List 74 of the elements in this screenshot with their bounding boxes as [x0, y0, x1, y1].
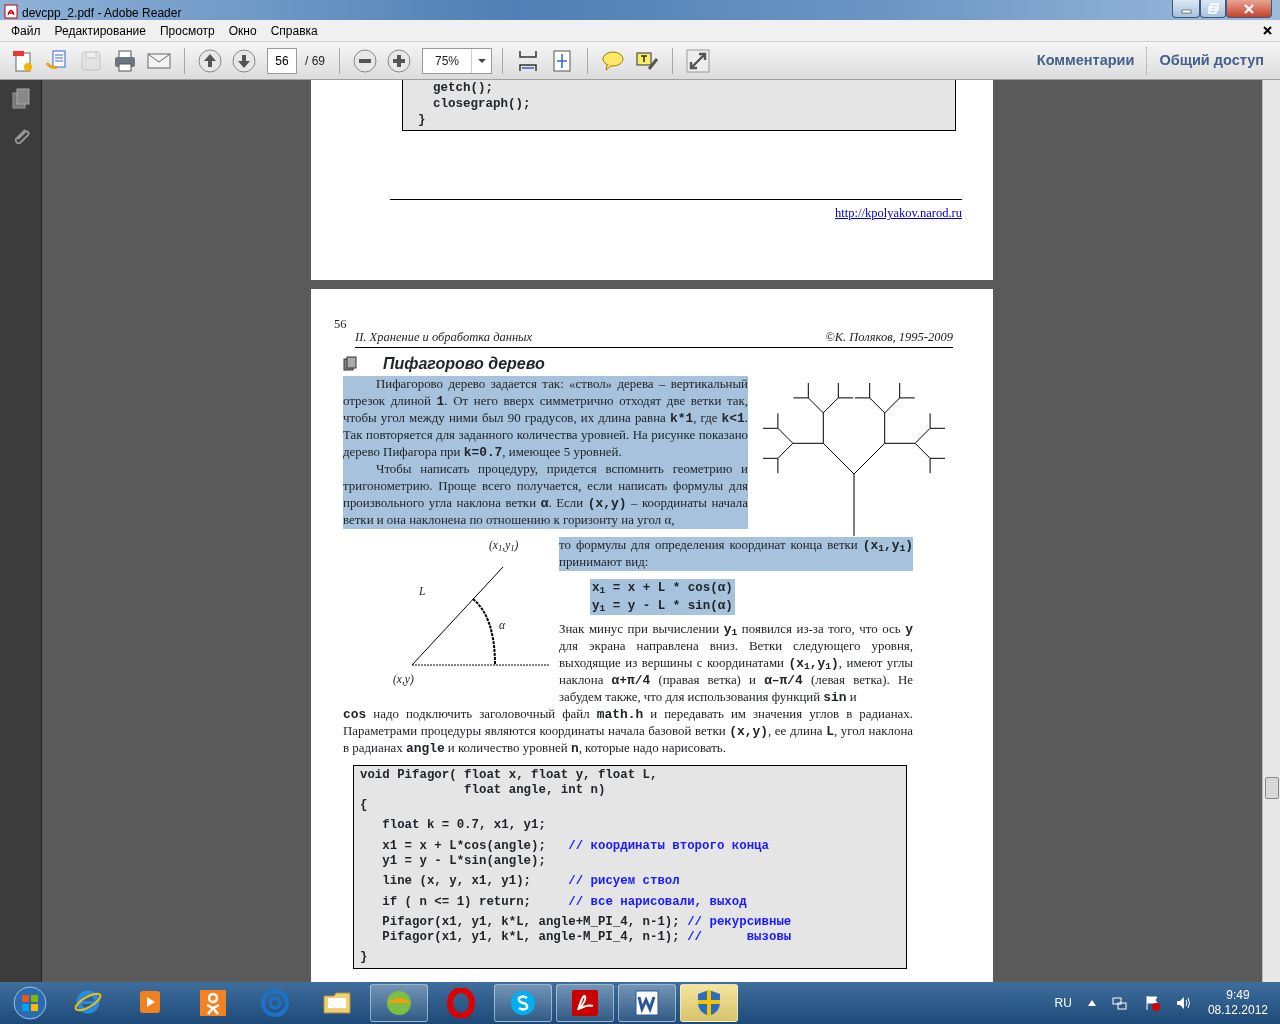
code-line: y1 = y - L*sin(angle);: [381, 854, 547, 870]
menu-item[interactable]: Редактирование: [47, 21, 153, 40]
toolbar-link[interactable]: Общий доступ: [1147, 49, 1276, 72]
clock-time[interactable]: 9:49: [1226, 988, 1250, 1003]
taskbar-app[interactable]: [494, 984, 552, 1022]
code-line: x1 = x + L*cos(angle); // координаты второго конца: [381, 838, 770, 854]
paragraph: то формулы для определения координат конца ветки (x$_{1}$,y$_{1}$) принимают вид:: [559, 536, 913, 571]
restore-icon: [1207, 3, 1219, 14]
web-link[interactable]: http://kpolyakov.narod.ru: [835, 206, 962, 220]
code-line: {: [360, 798, 369, 814]
code-line: float k = 0.7, x1, y1;: [381, 818, 547, 834]
point-label: (x$_{1}$,y$_{1}$): [489, 537, 519, 554]
person-icon: [198, 988, 228, 1018]
menu-item[interactable]: Файл: [4, 21, 48, 40]
page-number: 56: [334, 316, 348, 333]
paragraph: Пифагорово дерево задается так: «ствол» дерева – вертикальный отрезок длиной 1. От него вверх симметрично отходят две ветки так, чтобы угол между ними был 90 градусов, их длина равна k*1, где k<1. Так повторяется для заданного количества уровней. На рисунке показано дерево Пифагора при k=0.7, имеющее 5 уровней.: [343, 375, 748, 461]
code-line: float angle, int n): [463, 782, 607, 799]
caret-icon: [477, 58, 486, 63]
running-header: II. Хранение и обработка данных: [355, 328, 533, 346]
speaker-icon[interactable]: [1175, 995, 1192, 1011]
close-icon: [1243, 2, 1255, 15]
pages-icon[interactable]: [10, 88, 31, 110]
code-line: }: [417, 112, 427, 128]
taskbar-app[interactable]: [556, 984, 614, 1022]
ring-icon: [260, 988, 290, 1018]
window-title: devcpp_2.pdf - Adobe Reader: [22, 5, 182, 22]
paragraph: cos надо подключить заголовочный файл math.h и передавать им значения углов в радианах. Параметрами процедуры являются координаты начала базовой ветки (x,y), ее длина L, угол наклона в радианах angle и количество уровней n, которые надо нарисовать.: [343, 705, 913, 757]
page-number-field[interactable]: 56: [267, 47, 297, 74]
code-line: getch();: [432, 80, 494, 96]
length-label: L: [419, 583, 426, 599]
up-caret-icon[interactable]: [1087, 1000, 1096, 1006]
menu-item[interactable]: Справка: [263, 21, 325, 40]
section-heading: Пифагорово дерево: [383, 353, 545, 374]
close-button[interactable]: [1226, 0, 1272, 18]
angle-label: α: [499, 617, 506, 633]
maximize-button[interactable]: [1200, 0, 1226, 18]
minus-icon[interactable]: [353, 48, 377, 73]
taskbar-app[interactable]: [618, 984, 676, 1022]
code-line: }: [360, 950, 369, 966]
formula: x$_{1}$ = x + L * cos(α): [590, 578, 735, 597]
network-icon[interactable]: [1111, 995, 1128, 1011]
minimize-button[interactable]: [1172, 0, 1200, 18]
document-icon: [632, 988, 662, 1018]
ball-icon: [384, 988, 414, 1018]
page-count: / 69: [304, 52, 326, 70]
clock-date[interactable]: 08.12.2012: [1207, 1003, 1268, 1018]
taskbar-app[interactable]: [680, 984, 738, 1022]
toolbar-link[interactable]: Комментарии: [1024, 49, 1147, 72]
ring-icon: [446, 988, 476, 1018]
expand-arrows-icon[interactable]: [686, 48, 710, 73]
fit-page-icon[interactable]: [550, 48, 574, 73]
plus-icon[interactable]: [387, 48, 411, 73]
code-line: Pifagor(x1, y1, k*L, angle+M_PI_4, n-1); // рекурсивные: [381, 914, 793, 931]
code-line: void Pifagor( float x, float y, float L,: [360, 767, 659, 783]
printer-icon[interactable]: [113, 48, 137, 73]
flag-icon[interactable]: [1143, 995, 1160, 1011]
vertical-scrollbar[interactable]: [1262, 80, 1280, 982]
zoom-dropdown[interactable]: 75%: [422, 47, 492, 74]
scrollbar-thumb[interactable]: [1264, 777, 1279, 799]
paragraph: Чтобы написать процедуру, придется вспомнить геометрию и тригонометрию. Проще всего получается, если написать формулы для произвольного угла наклона ветки α. Если (x,y) – координаты начала ветки и она наклонена по отношению к горизонту на угол α,: [343, 460, 748, 529]
close-icon[interactable]: [1263, 26, 1272, 35]
windows-logo-icon: [13, 986, 47, 1020]
language-indicator[interactable]: RU: [1054, 994, 1072, 1012]
code-line: Pifagor(x1, y1, k*L, angle-M_PI_4, n-1); // вызовы: [381, 930, 793, 946]
code-line: line (x, y, x1, y1); // рисуем ствол: [381, 874, 681, 890]
document-star-icon[interactable]: [11, 48, 35, 73]
copyright-text: ©К. Поляков, 1995-2009: [825, 328, 953, 346]
fit-width-icon[interactable]: [516, 48, 540, 73]
menu-item[interactable]: Просмотр: [152, 21, 222, 40]
point-label: (x,y): [393, 671, 414, 688]
menu-item[interactable]: Окно: [221, 21, 264, 40]
code-line: closegraph();: [432, 96, 532, 112]
speech-bubble-icon[interactable]: [601, 48, 625, 73]
code-line: if ( n <= 1) return; // все нарисовали, выход: [381, 894, 748, 910]
